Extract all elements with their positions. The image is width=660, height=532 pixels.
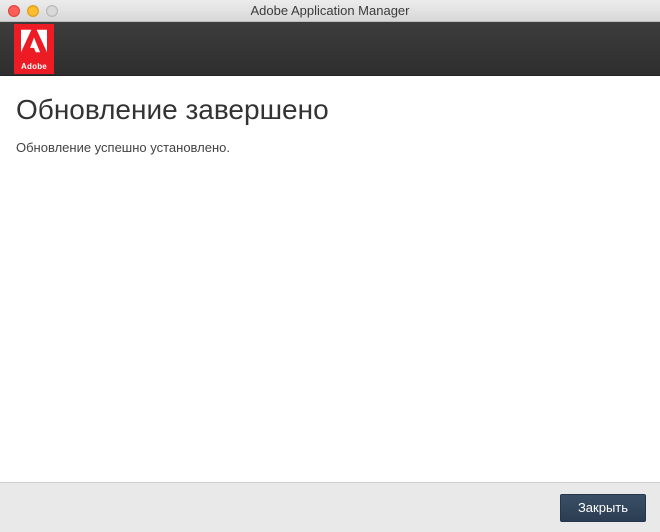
- close-button[interactable]: Закрыть: [560, 494, 646, 522]
- adobe-logo: Adobe: [14, 24, 54, 74]
- footer-bar: Закрыть: [0, 482, 660, 532]
- adobe-a-icon: [21, 28, 47, 54]
- window-titlebar: Adobe Application Manager: [0, 0, 660, 22]
- window-controls: [8, 5, 58, 17]
- content-area: Обновление завершено Обновление успешно …: [0, 76, 660, 155]
- close-window-icon[interactable]: [8, 5, 20, 17]
- page-title: Обновление завершено: [16, 94, 644, 126]
- status-message: Обновление успешно установлено.: [16, 140, 644, 155]
- header-bar: Adobe: [0, 22, 660, 76]
- minimize-window-icon[interactable]: [27, 5, 39, 17]
- adobe-logo-text: Adobe: [21, 62, 47, 71]
- zoom-window-icon: [46, 5, 58, 17]
- window-title: Adobe Application Manager: [0, 3, 660, 18]
